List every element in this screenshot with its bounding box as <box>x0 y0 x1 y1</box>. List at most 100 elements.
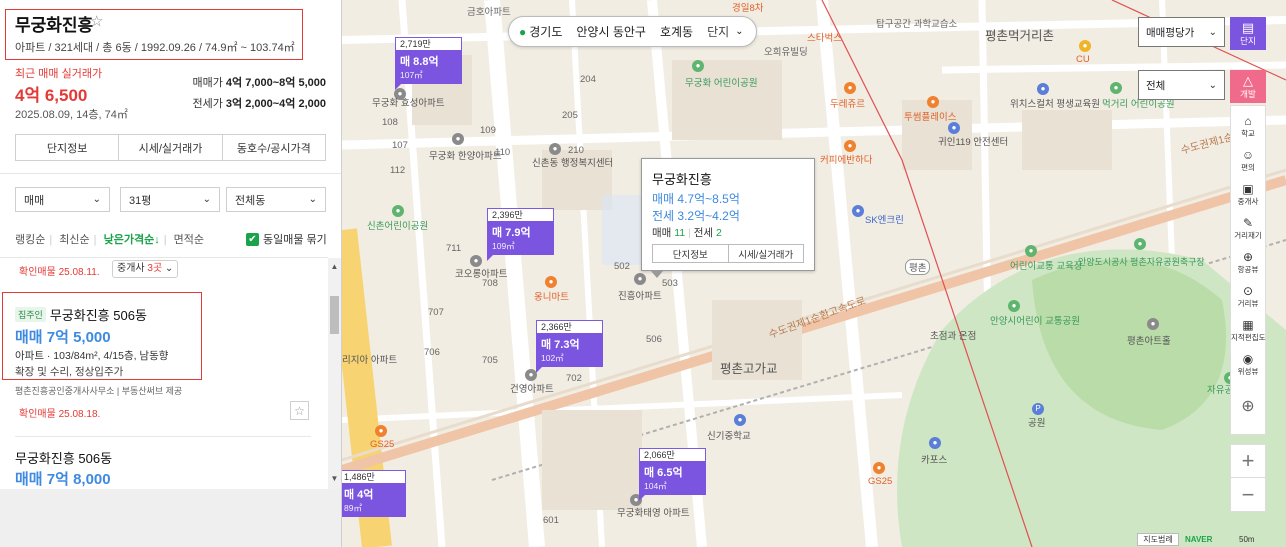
chevron-down-icon: ⌄ <box>92 194 101 205</box>
zoom-out-button[interactable]: − <box>1231 478 1265 511</box>
station-badge[interactable]: 평촌 <box>905 259 931 275</box>
checkbox-checked-icon[interactable]: ✔ <box>246 232 259 246</box>
sale-range-value: 4억 7,000~8억 5,000 <box>225 77 326 89</box>
agent-count-dropdown[interactable]: 중개사 3곳 ⌄ <box>112 260 179 278</box>
sort-low-price[interactable]: 낮은가격순↓ <box>104 234 160 246</box>
popup-complex-info-button[interactable]: 단지정보 <box>653 245 729 262</box>
listing-list: 확인매물 25.08.11. 중개사 3곳 ⌄ 집주인 무궁화진흥 506동 매매… <box>0 258 328 489</box>
agent-layer-button[interactable]: ▣ 중개사 <box>1231 182 1265 207</box>
marker-area: 107㎡ <box>400 70 423 80</box>
map-label: 위치스컬처 평생교육원 <box>1010 99 1101 110</box>
favorite-star-icon[interactable]: ☆ <box>290 401 309 420</box>
location-breadcrumb[interactable]: ● 경기도 안양시 동안구 호계동 단지 ⌄ <box>508 16 757 47</box>
size-select[interactable]: 31평 ⌄ <box>120 187 220 212</box>
cafe-icon: ● <box>844 82 856 94</box>
favorite-star-icon[interactable]: ☆ <box>90 12 103 30</box>
chevron-down-icon: ⌄ <box>1208 26 1217 38</box>
chevron-down-icon: ⌄ <box>1208 79 1217 91</box>
street-view-button[interactable]: ⊙ 거리뷰 <box>1231 284 1265 309</box>
aerial-view-button[interactable]: ⊕ 항공뷰 <box>1231 250 1265 275</box>
danji-toggle-button[interactable]: ▤ 단지 <box>1230 17 1266 50</box>
measure-label: 거리재기 <box>1234 231 1262 240</box>
popup-buttons: 단지정보 시세/실거래가 <box>652 244 804 263</box>
development-toggle-button[interactable]: △ 개발 <box>1230 70 1266 103</box>
marker-area: 109㎡ <box>492 241 515 251</box>
map-label: 귀인119 안전센터 <box>938 137 1009 148</box>
location-city[interactable]: 안양시 동안구 <box>576 23 646 40</box>
park-icon: ● <box>392 205 404 217</box>
popup-price-button[interactable]: 시세/실거래가 <box>729 245 804 262</box>
price-unit-select[interactable]: 매매평당가 ⌄ <box>1138 17 1225 47</box>
map-label: 두레쥬르 <box>830 99 865 110</box>
tab-complex-info[interactable]: 단지정보 <box>16 135 120 160</box>
sale-count: 11 <box>674 227 686 239</box>
building-number: 110 <box>495 147 511 158</box>
map-view[interactable]: 금호아파트 경일8차 스타벅스 탑구공간 과학교습소 평촌먹거리촌 ● CU 오… <box>342 0 1286 547</box>
dong-select[interactable]: 전체동 ⌄ <box>226 187 326 212</box>
map-label: 무궁화태영 아파트 <box>617 508 690 519</box>
scroll-down-icon[interactable]: ▼ <box>328 474 341 483</box>
cafe-icon: ● <box>927 96 939 108</box>
marker-area: 102㎡ <box>541 353 564 363</box>
group-duplicates-toggle[interactable]: ✔ 동일매물 묶기 <box>246 231 327 247</box>
complex-popup[interactable]: 무궁화진흥 매매 4.7억~8.5억 전세 3.2억~4.2억 매매 11 | … <box>641 158 815 271</box>
sort-area[interactable]: 면적순 <box>174 234 204 246</box>
map-label: 건영아파트 <box>510 384 554 395</box>
price-marker[interactable]: 2,066만 매 6.5억 104㎡ <box>639 448 706 501</box>
map-label: 커피에반하다 <box>820 155 873 166</box>
building-number: 711 <box>446 243 462 254</box>
map-label: 카포스 <box>921 455 948 466</box>
map-label: 무궁화 효성아파트 <box>372 98 445 109</box>
park-icon: ● <box>1110 82 1122 94</box>
parking-icon: P <box>1032 403 1044 415</box>
school-layer-button[interactable]: ⌂ 학교 <box>1231 114 1265 139</box>
measure-distance-button[interactable]: ✎ 거리재기 <box>1231 216 1265 241</box>
tab-unit-price[interactable]: 동호수/공시가격 <box>223 135 325 160</box>
price-marker[interactable]: 1,486만 매 4억 89㎡ <box>342 470 406 517</box>
price-marker[interactable]: 2,366만 매 7.3억 102㎡ <box>536 320 603 373</box>
price-unit-value: 매매평당가 <box>1146 26 1195 39</box>
map-label: 경일8차 <box>732 3 764 14</box>
map-label: 초점과 온점 <box>930 331 977 342</box>
sort-ranking[interactable]: 랭킹순 <box>15 234 45 246</box>
price-per-pyeong: 2,066만 <box>639 448 706 461</box>
listing-title[interactable]: 집주인 무궁화진흥 506동 <box>15 305 147 324</box>
chevron-down-icon: ⌄ <box>735 26 744 37</box>
building-number: 112 <box>390 165 406 176</box>
map-legend-button[interactable]: 지도범례 <box>1137 533 1179 546</box>
map-filter-select[interactable]: 전체 ⌄ <box>1138 70 1225 100</box>
satellite-view-button[interactable]: ◉ 위성뷰 <box>1231 352 1265 377</box>
agent-label: 중개사 <box>1237 197 1259 206</box>
map-label: 스타벅스 <box>807 33 842 44</box>
listing-name[interactable]: 무궁화진흥 506동 <box>15 448 112 467</box>
price-marker[interactable]: 2,719만 매 8.8억 107㎡ <box>395 37 462 90</box>
map-label: 안양도시공사 평촌자유공원축구장 <box>1078 257 1205 267</box>
recent-trade-price: 4억 6,500 <box>15 86 88 105</box>
tab-price-history[interactable]: 시세/실거래가 <box>119 135 223 160</box>
drone-icon: ⊕ <box>1242 250 1254 264</box>
sale-range-label: 매매가 <box>192 77 223 89</box>
scroll-up-icon[interactable]: ▲ <box>328 262 341 271</box>
location-mode[interactable]: 단지 <box>707 23 729 40</box>
convenience-layer-button[interactable]: ☺ 편의 <box>1231 148 1265 173</box>
convenience-icon: ☺ <box>1241 148 1255 162</box>
price-marker[interactable]: 2,396만 매 7.9억 109㎡ <box>487 208 554 261</box>
trade-type-select[interactable]: 매매 ⌄ <box>15 187 110 212</box>
marker-area: 104㎡ <box>644 481 667 491</box>
scrollbar[interactable]: ▲ ▼ <box>328 258 341 489</box>
sort-latest[interactable]: 최신순 <box>59 234 89 246</box>
building-number: 708 <box>482 278 498 289</box>
location-dong[interactable]: 호계동 <box>660 23 693 40</box>
jeonse-range: 전세가 3억 2,000~4억 2,000 <box>192 95 326 111</box>
map-label: SK엔크린 <box>865 215 904 226</box>
group-duplicates-label: 동일매물 묶기 <box>263 234 327 246</box>
warning-triangle-icon: △ <box>1243 73 1253 88</box>
my-location-button[interactable]: ⊕ <box>1231 396 1265 416</box>
cadastral-map-button[interactable]: ▦ 지적편집도 <box>1231 318 1266 343</box>
convenience-store-icon: ● <box>375 425 387 437</box>
zoom-in-button[interactable]: + <box>1231 445 1265 478</box>
location-province[interactable]: 경기도 <box>529 23 562 40</box>
popup-listing-counts: 매매 11 | 전세 2 <box>652 227 722 239</box>
map-label: 공원 <box>1028 418 1046 429</box>
scroll-thumb[interactable] <box>330 296 339 334</box>
